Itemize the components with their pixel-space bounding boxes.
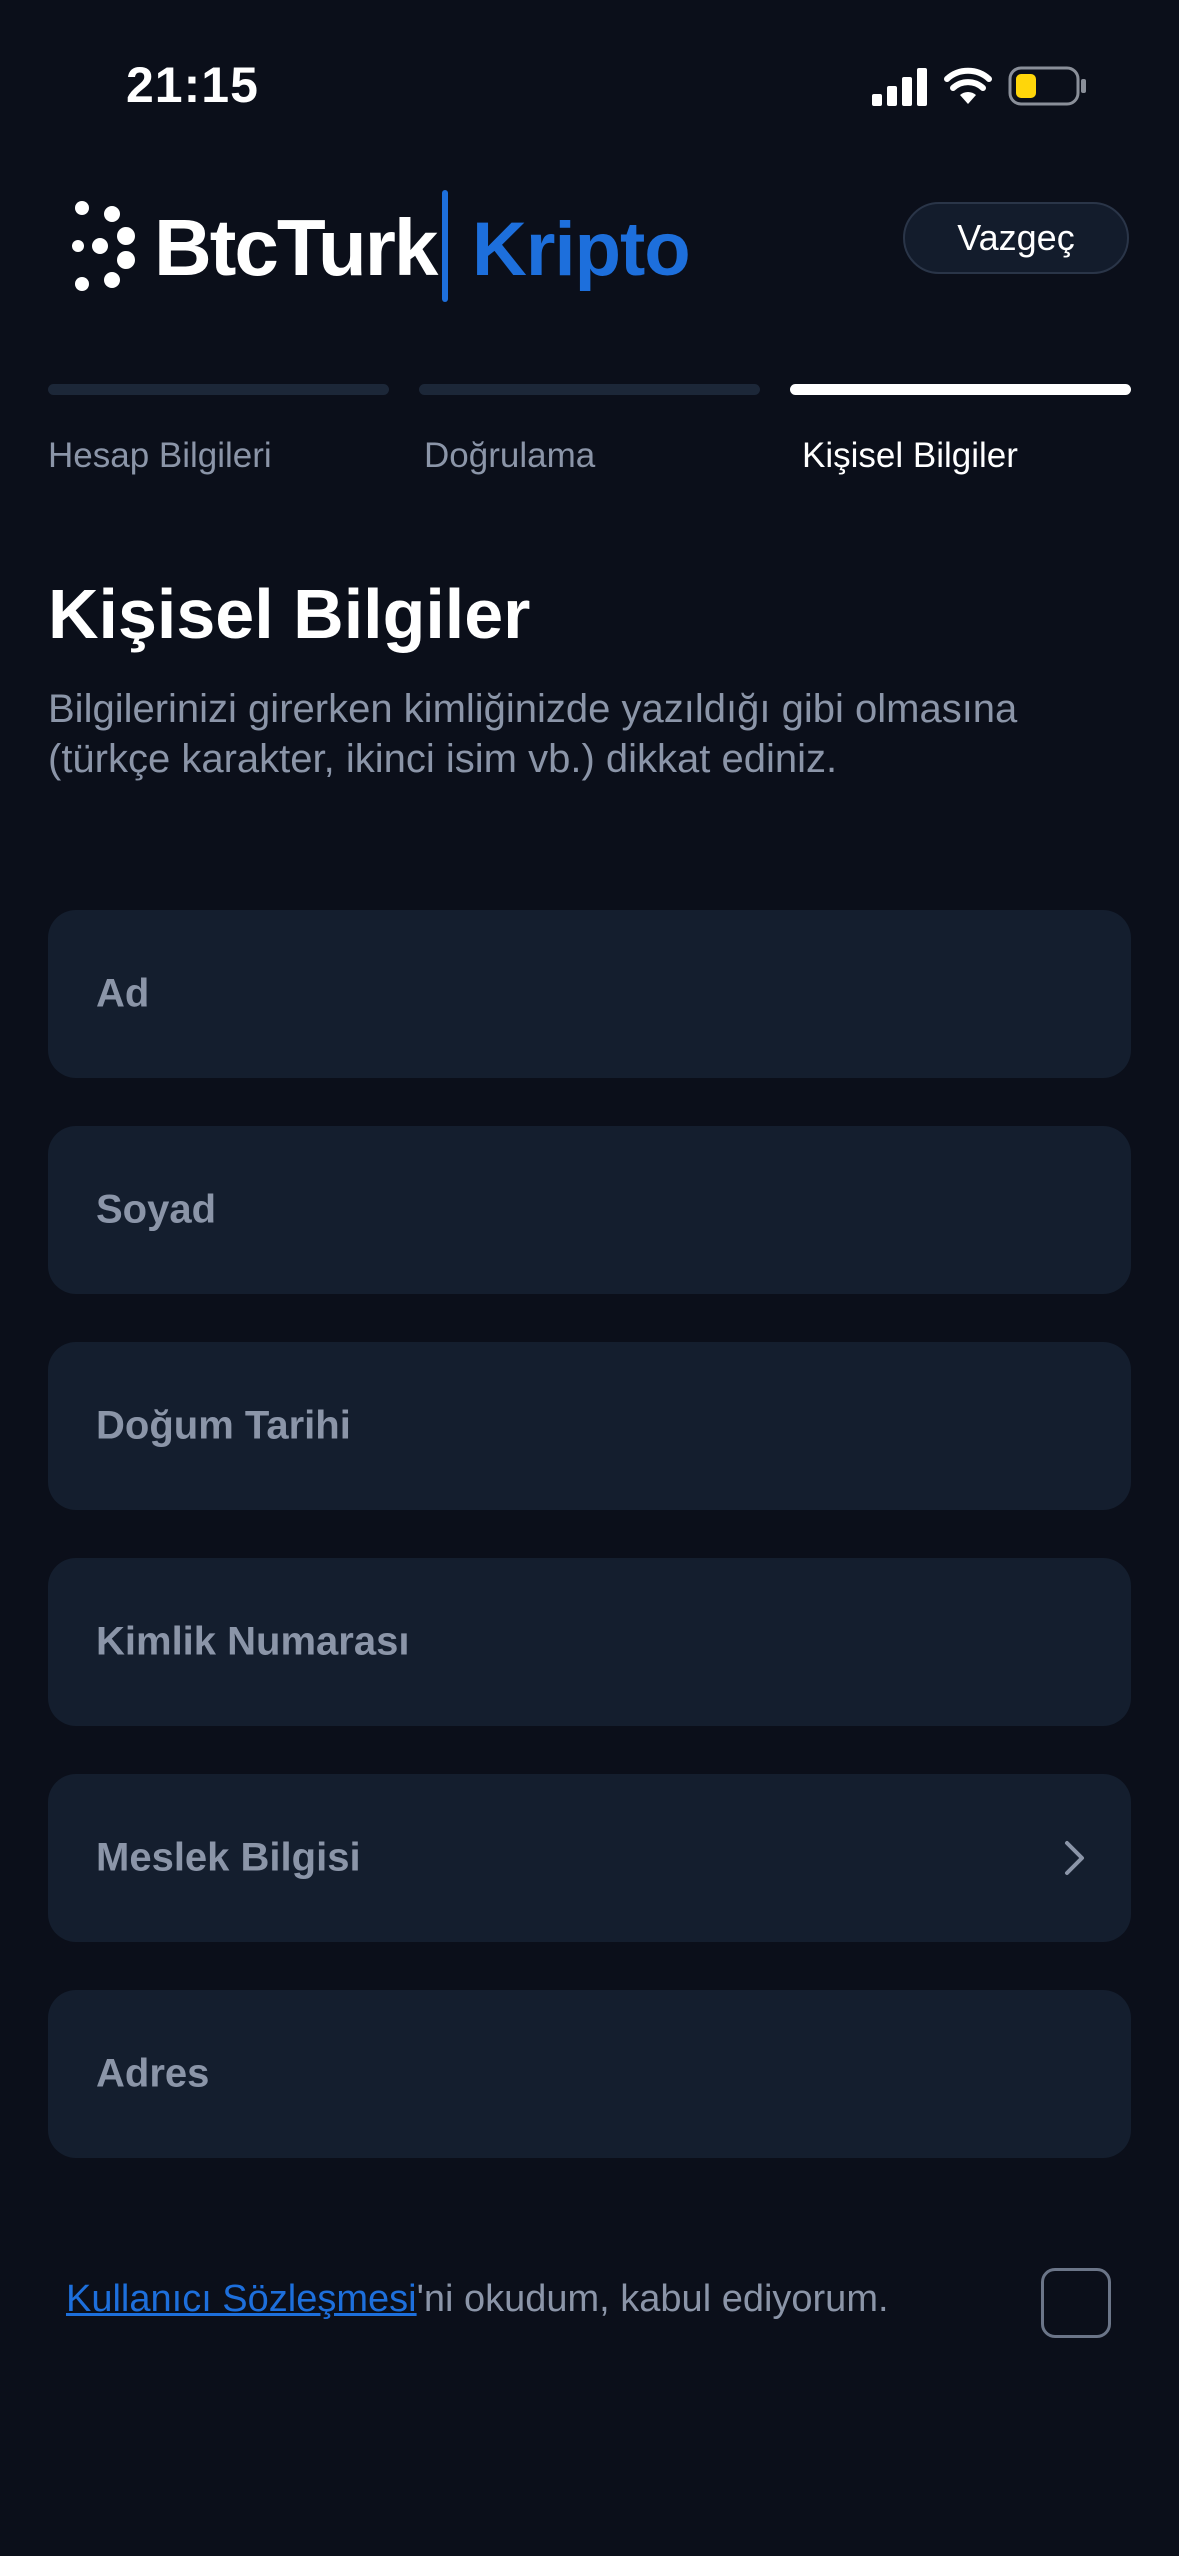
- cellular-signal-icon: [872, 68, 927, 106]
- logo-divider: [442, 190, 448, 302]
- page-title: Kişisel Bilgiler: [48, 575, 531, 653]
- agreement-rest-text: 'ni okudum, kabul ediyorum.: [416, 2278, 889, 2320]
- field-label: Ad: [96, 971, 150, 1016]
- field-label: Meslek Bilgisi: [96, 1835, 361, 1880]
- wifi-icon: [944, 67, 992, 104]
- status-time: 21:15: [126, 57, 259, 113]
- id-number-field[interactable]: Kimlik Numarası: [48, 1558, 1131, 1726]
- status-bar: 21:15: [0, 0, 1179, 150]
- header: BtcTurk Kripto Vazgeç: [0, 170, 1179, 310]
- birth-date-field[interactable]: Doğum Tarihi: [48, 1342, 1131, 1510]
- battery-icon: [1008, 66, 1086, 106]
- page-description: Bilgilerinizi girerken kimliğinizde yazı…: [48, 687, 1018, 781]
- field-label: Soyad: [96, 1187, 217, 1232]
- agreement-text: Kullanıcı Sözleşmesi'ni okudum, kabul ed…: [66, 2278, 889, 2321]
- logo-brand-text: BtcTurk: [154, 203, 438, 292]
- step-label-account: Hesap Bilgileri: [48, 436, 272, 475]
- progress-segment-2: [419, 384, 760, 395]
- progress-segment-1: [48, 384, 389, 395]
- logo-mark-icon: [72, 201, 135, 291]
- cancel-button[interactable]: Vazgeç: [903, 202, 1129, 274]
- field-label: Adres: [96, 2051, 210, 2096]
- last-name-field[interactable]: Soyad: [48, 1126, 1131, 1294]
- progress-segment-3: [790, 384, 1131, 395]
- occupation-select[interactable]: Meslek Bilgisi: [48, 1774, 1131, 1942]
- field-label: Kimlik Numarası: [96, 1619, 410, 1664]
- step-label-verification: Doğrulama: [424, 436, 596, 475]
- chevron-right-icon: [1065, 1841, 1084, 1875]
- user-agreement-link[interactable]: Kullanıcı Sözleşmesi: [66, 2278, 417, 2320]
- logo-product-text: Kripto: [472, 207, 691, 292]
- step-label-personal: Kişisel Bilgiler: [802, 436, 1018, 475]
- address-field[interactable]: Adres: [48, 1990, 1131, 2158]
- first-name-field[interactable]: Ad: [48, 910, 1131, 1078]
- agreement-checkbox[interactable]: [1041, 2268, 1111, 2338]
- field-label: Doğum Tarihi: [96, 1403, 351, 1448]
